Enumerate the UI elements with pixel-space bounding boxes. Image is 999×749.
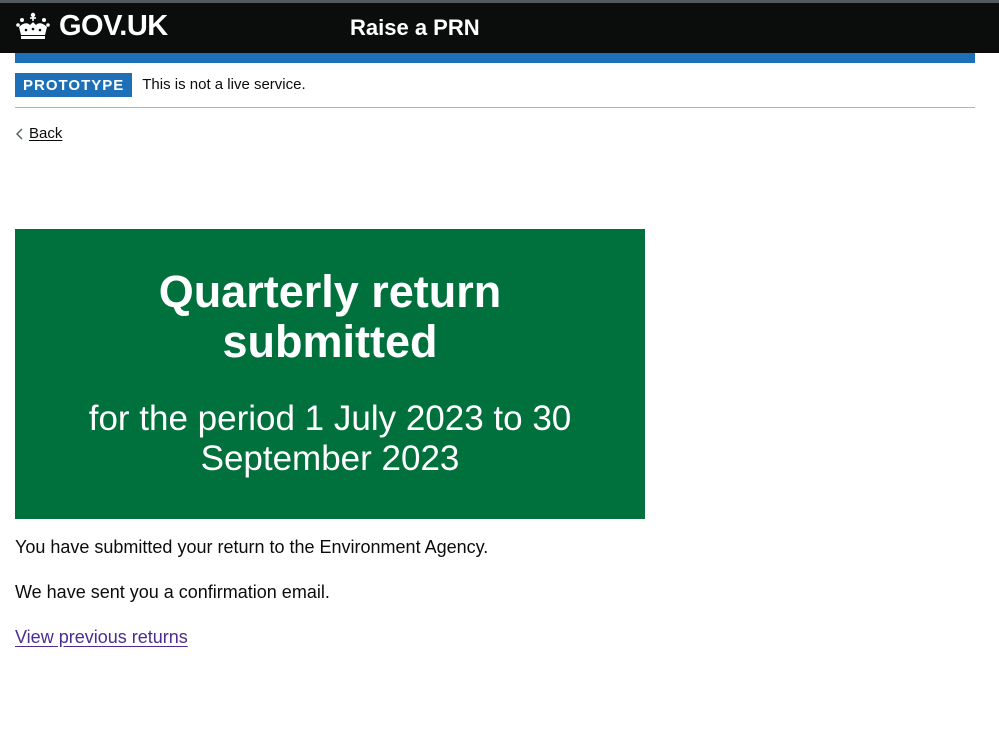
- confirmation-email-message: We have sent you a confirmation email.: [15, 582, 330, 602]
- service-name-link[interactable]: Raise a PRN: [350, 15, 480, 41]
- confirmation-panel: Quarterly return submitted for the perio…: [15, 229, 645, 519]
- phase-tag: PROTOTYPE: [15, 73, 133, 97]
- crown-icon: [16, 12, 50, 39]
- panel-body: for the period 1 July 2023 to 30 Septemb…: [88, 399, 572, 478]
- phase-banner-text: This is not a live service.: [142, 76, 306, 93]
- logo-text: GOV.UK: [59, 10, 168, 42]
- panel-title: Quarterly return submitted: [158, 266, 502, 367]
- view-previous-returns-link[interactable]: View previous returns: [15, 625, 188, 650]
- submitted-message: You have submitted your return to the En…: [15, 537, 489, 557]
- site-header: GOV.UK Raise a PRN: [0, 0, 999, 53]
- chevron-left-icon: [16, 128, 23, 140]
- header-blue-bar: [15, 53, 975, 63]
- govuk-logo-link[interactable]: GOV.UK: [15, 11, 168, 41]
- back-link-label: Back: [29, 125, 63, 142]
- back-link[interactable]: Back: [15, 124, 62, 144]
- phase-banner: PROTOTYPE This is not a live service.: [15, 63, 975, 108]
